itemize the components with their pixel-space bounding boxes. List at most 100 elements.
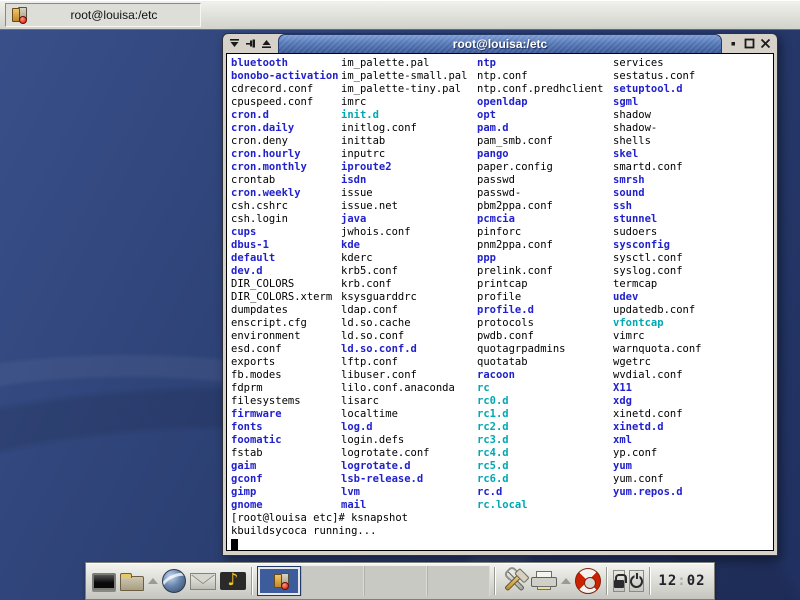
lock-icon[interactable] xyxy=(613,570,625,592)
taskbar-empty-slot xyxy=(364,566,427,596)
file-entry: paper.config xyxy=(477,161,603,174)
file-entry: xdg xyxy=(613,395,702,408)
file-entry: updatedb.conf xyxy=(613,304,702,317)
desktop: root@louisa:/etc root@louisa:/etc xyxy=(0,0,800,600)
file-entry: rc.d xyxy=(477,486,603,499)
file-entry: rc2.d xyxy=(477,421,603,434)
file-entry: passwd xyxy=(477,174,603,187)
web-browser-icon[interactable] xyxy=(162,566,186,596)
file-entry: opt xyxy=(477,109,603,122)
file-entry: esd.conf xyxy=(231,343,338,356)
file-entry: fdprm xyxy=(231,382,338,395)
titlebar-title-area[interactable]: root@louisa:/etc xyxy=(278,34,722,53)
expand-arrow-icon[interactable] xyxy=(561,578,571,584)
help-lifesaver-icon[interactable] xyxy=(575,566,601,596)
file-entry: cron.hourly xyxy=(231,148,338,161)
file-entry: profile.d xyxy=(477,304,603,317)
power-icon[interactable] xyxy=(629,570,644,592)
file-entry: rc.local xyxy=(477,499,603,512)
file-entry: yum.repos.d xyxy=(613,486,702,499)
file-entry: lftp.conf xyxy=(341,356,467,369)
file-entry: initlog.conf xyxy=(341,122,467,135)
file-entry: krb.conf xyxy=(341,278,467,291)
file-entry: rc0.d xyxy=(477,395,603,408)
close-icon[interactable] xyxy=(759,37,772,50)
file-entry: DIR_COLORS xyxy=(231,278,338,291)
panel-separator xyxy=(494,567,496,595)
clock-hours: 12 xyxy=(658,573,677,589)
file-entry: init.d xyxy=(341,109,467,122)
file-entry: rc5.d xyxy=(477,460,603,473)
file-entry: firmware xyxy=(231,408,338,421)
clock-colon: : xyxy=(677,573,686,589)
window-title: root@louisa:/etc xyxy=(453,37,547,51)
expand-arrow-icon[interactable] xyxy=(148,578,158,584)
printer-icon[interactable] xyxy=(531,566,557,596)
file-entry: dumpdates xyxy=(231,304,338,317)
home-folder-icon[interactable] xyxy=(120,566,144,596)
file-entry: quotatab xyxy=(477,356,603,369)
pin-icon[interactable] xyxy=(244,37,257,50)
file-entry: stunnel xyxy=(613,213,702,226)
file-entry: pcmcia xyxy=(477,213,603,226)
file-entry: xml xyxy=(613,434,702,447)
window-menu-icon[interactable] xyxy=(228,37,241,50)
file-entry: cron.monthly xyxy=(231,161,338,174)
file-entry: shadow xyxy=(613,109,702,122)
file-entry: filesystems xyxy=(231,395,338,408)
taskbar-empty-slot xyxy=(301,566,364,596)
file-entry: ld.so.conf.d xyxy=(341,343,467,356)
app-box-icon xyxy=(10,6,28,24)
file-entry: sudoers xyxy=(613,226,702,239)
show-desktop-icon[interactable] xyxy=(92,566,116,596)
file-entry: ntp xyxy=(477,57,603,70)
file-entry: enscript.cfg xyxy=(231,317,338,330)
window-titlebar[interactable]: root@louisa:/etc xyxy=(223,34,777,53)
terminal-content[interactable]: bluetoothbonobo-activationcdrecord.confc… xyxy=(226,53,774,551)
file-entry: skel xyxy=(613,148,702,161)
file-entry: xinetd.d xyxy=(613,421,702,434)
file-entry: yp.conf xyxy=(613,447,702,460)
file-entry: cron.deny xyxy=(231,135,338,148)
panel-grab-handle-left[interactable] xyxy=(87,565,89,597)
multimedia-icon[interactable]: ♪ xyxy=(220,566,246,596)
taskbar-active-button[interactable] xyxy=(257,566,301,596)
file-entry: wvdial.conf xyxy=(613,369,702,382)
file-entry: dbus-1 xyxy=(231,239,338,252)
panel-grab-handle-right[interactable] xyxy=(711,565,713,597)
file-entry: cron.weekly xyxy=(231,187,338,200)
file-entry: pam.d xyxy=(477,122,603,135)
file-entry: prelink.conf xyxy=(477,265,603,278)
shade-icon[interactable] xyxy=(260,37,273,50)
tools-icon[interactable] xyxy=(501,566,527,596)
file-entry: im_palette-small.pal xyxy=(341,70,467,83)
file-entry: im_palette-tiny.pal xyxy=(341,83,467,96)
titlebar-left-buttons xyxy=(223,34,278,53)
file-entry: openldap xyxy=(477,96,603,109)
file-entry: ld.so.conf xyxy=(341,330,467,343)
file-entry: cups xyxy=(231,226,338,239)
file-entry: libuser.conf xyxy=(341,369,467,382)
minimize-icon[interactable] xyxy=(727,37,740,50)
file-entry: smartd.conf xyxy=(613,161,702,174)
file-entry: rc4.d xyxy=(477,447,603,460)
file-entry: default xyxy=(231,252,338,265)
file-entry: passwd- xyxy=(477,187,603,200)
maximize-icon[interactable] xyxy=(743,37,756,50)
file-entry: X11 xyxy=(613,382,702,395)
file-entry: protocols xyxy=(477,317,603,330)
panel-clock[interactable]: 12:02 xyxy=(658,573,705,589)
file-entry: termcap xyxy=(613,278,702,291)
file-entry: sestatus.conf xyxy=(613,70,702,83)
file-list-column-1: bluetoothbonobo-activationcdrecord.confc… xyxy=(231,57,338,512)
taskbar-button-terminal[interactable]: root@louisa:/etc xyxy=(5,3,201,27)
file-entry: services xyxy=(613,57,702,70)
mail-icon[interactable] xyxy=(190,566,216,596)
file-entry: udev xyxy=(613,291,702,304)
file-entry: yum xyxy=(613,460,702,473)
file-entry: vimrc xyxy=(613,330,702,343)
file-entry: bluetooth xyxy=(231,57,338,70)
file-entry: issue xyxy=(341,187,467,200)
file-entry: gaim xyxy=(231,460,338,473)
file-entry: printcap xyxy=(477,278,603,291)
